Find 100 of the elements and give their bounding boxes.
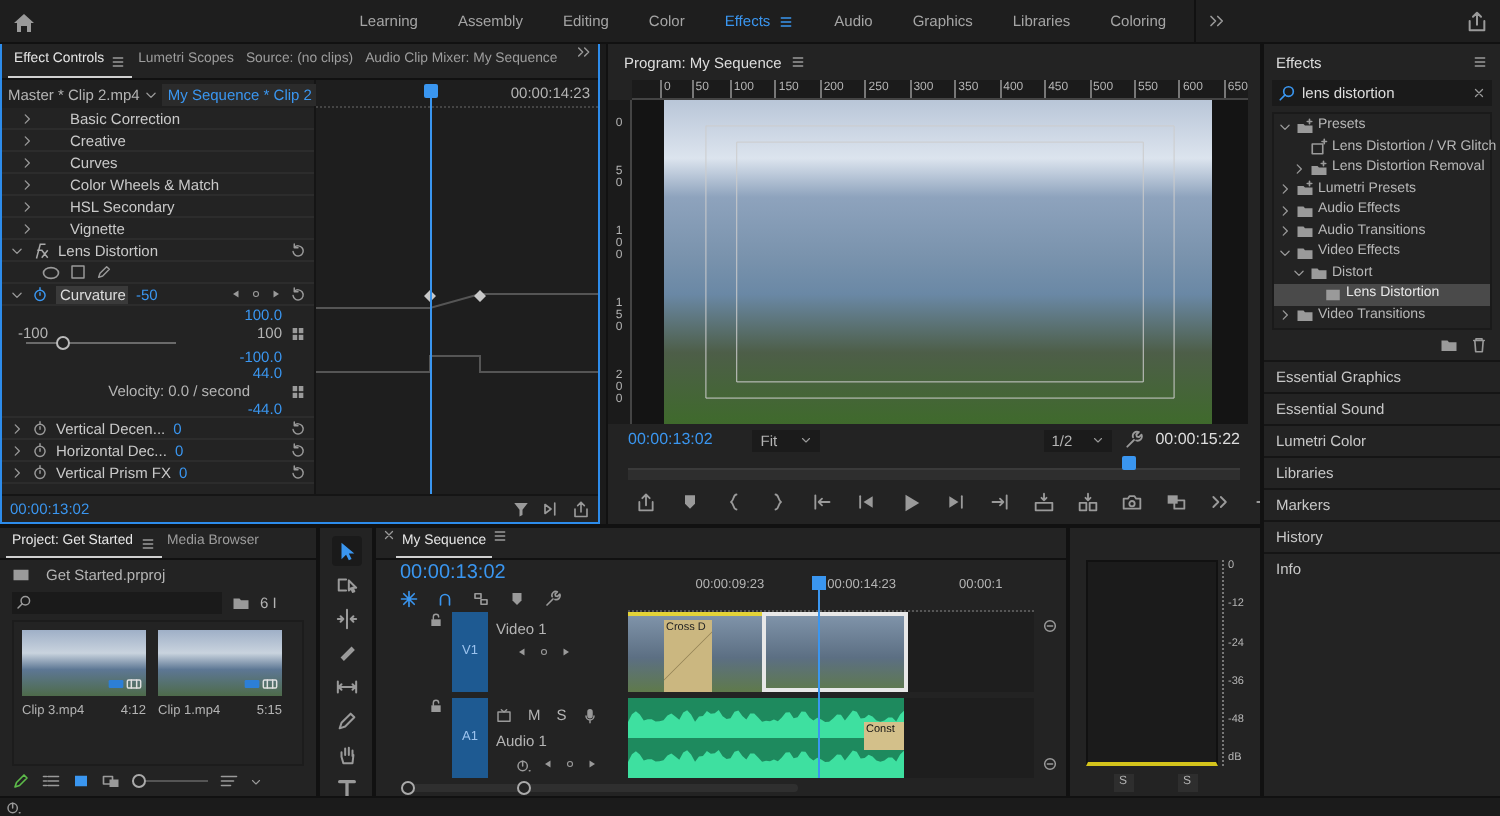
tool-button[interactable] xyxy=(331,604,361,634)
previous-keyframe-icon[interactable] xyxy=(516,646,528,658)
zoom-slider[interactable] xyxy=(132,774,208,788)
caret-icon[interactable] xyxy=(250,775,262,787)
export-frame-icon[interactable] xyxy=(635,492,655,512)
disclosure-chevron-icon[interactable] xyxy=(10,421,24,435)
menu-icon[interactable] xyxy=(1472,54,1488,70)
disclosure-chevron-icon[interactable] xyxy=(20,199,34,213)
monitor-icon[interactable] xyxy=(496,707,512,723)
slider-thumb[interactable] xyxy=(132,774,146,788)
new-folder-icon[interactable] xyxy=(1440,336,1458,354)
marker-icon[interactable] xyxy=(508,590,526,608)
add-keyframe-icon[interactable] xyxy=(564,758,576,770)
add-keyframe-icon[interactable] xyxy=(250,288,262,300)
pen-mask-icon[interactable] xyxy=(96,264,112,280)
disclosure-chevron-icon[interactable] xyxy=(1278,203,1292,218)
current-timecode[interactable]: 00:00:13:02 xyxy=(628,430,713,450)
clear-icon[interactable] xyxy=(1472,86,1486,100)
export-icon[interactable] xyxy=(572,500,590,518)
next-keyframe-icon[interactable] xyxy=(560,646,572,658)
disclosure-chevron-icon[interactable] xyxy=(20,177,34,191)
linked-selection-icon[interactable] xyxy=(472,590,490,608)
rectangle-mask-icon[interactable] xyxy=(70,264,86,280)
icon-view-icon[interactable] xyxy=(72,772,90,790)
search-field[interactable] xyxy=(12,591,222,613)
play-only-audio-icon[interactable] xyxy=(542,500,560,518)
nest-icon[interactable] xyxy=(400,590,418,608)
next-keyframe-icon[interactable] xyxy=(586,758,598,770)
dropdown-caret-icon[interactable] xyxy=(143,87,158,101)
new-bin-icon[interactable] xyxy=(232,593,250,611)
more-workspaces-icon[interactable] xyxy=(1208,12,1227,30)
camera-icon[interactable] xyxy=(1121,492,1141,512)
write-on-icon[interactable] xyxy=(12,772,30,790)
more-controls-icon[interactable] xyxy=(1209,492,1229,512)
disclosure-chevron-icon[interactable] xyxy=(20,111,34,125)
lock-icon[interactable] xyxy=(428,612,444,628)
scroll-handle-icon[interactable] xyxy=(1042,618,1058,634)
filter-icon[interactable] xyxy=(512,500,530,518)
reset-icon[interactable] xyxy=(290,242,306,258)
go-to-in-icon[interactable] xyxy=(811,492,831,512)
disclosure-chevron-icon[interactable] xyxy=(10,443,24,457)
comparison-view-icon[interactable] xyxy=(1165,492,1185,512)
stopwatch-icon[interactable] xyxy=(32,420,48,436)
clip-thumbnail[interactable] xyxy=(22,630,146,696)
sort-icon[interactable] xyxy=(220,772,238,790)
disclosure-chevron-icon[interactable] xyxy=(10,243,24,257)
current-timecode[interactable]: 00:00:13:02 xyxy=(400,562,616,586)
disclosure-chevron-icon[interactable] xyxy=(1278,119,1292,134)
graph-toggle-icon[interactable] xyxy=(290,383,306,399)
disclosure-chevron-icon[interactable] xyxy=(10,465,24,479)
stopwatch-icon[interactable] xyxy=(32,464,48,480)
disclosure-chevron-icon[interactable] xyxy=(1292,161,1306,176)
overwrite-icon[interactable] xyxy=(1077,492,1097,512)
previous-keyframe-icon[interactable] xyxy=(230,288,242,300)
clip-thumbnail[interactable] xyxy=(158,630,282,696)
disclosure-chevron-icon[interactable] xyxy=(20,221,34,235)
settings-icon[interactable] xyxy=(544,590,562,608)
reset-icon[interactable] xyxy=(290,442,306,458)
reset-icon[interactable] xyxy=(290,286,306,302)
delete-icon[interactable] xyxy=(1470,336,1488,354)
freeform-view-icon[interactable] xyxy=(102,772,120,790)
tool-button[interactable] xyxy=(331,536,361,566)
reset-icon[interactable] xyxy=(290,464,306,480)
disclosure-chevron-icon[interactable] xyxy=(10,287,24,301)
next-keyframe-icon[interactable] xyxy=(270,288,282,300)
previous-keyframe-icon[interactable] xyxy=(542,758,554,770)
list-view-icon[interactable] xyxy=(42,772,60,790)
graph-toggle-icon[interactable] xyxy=(290,325,306,341)
menu-icon[interactable] xyxy=(789,54,806,70)
disclosure-chevron-icon[interactable] xyxy=(20,155,34,169)
step-forward-icon[interactable] xyxy=(945,492,965,512)
reset-icon[interactable] xyxy=(290,420,306,436)
disclosure-chevron-icon[interactable] xyxy=(20,133,34,147)
share-icon[interactable] xyxy=(1466,10,1488,32)
go-to-out-icon[interactable] xyxy=(989,492,1009,512)
disclosure-chevron-icon[interactable] xyxy=(1278,224,1292,239)
ellipse-mask-icon[interactable] xyxy=(42,263,60,281)
step-back-icon[interactable] xyxy=(855,492,875,512)
menu-icon[interactable] xyxy=(492,528,509,544)
settings-icon[interactable] xyxy=(1123,430,1144,450)
snap-icon[interactable] xyxy=(436,590,454,608)
disclosure-chevron-icon[interactable] xyxy=(1278,182,1292,197)
menu-icon[interactable] xyxy=(110,53,127,69)
stopwatch-icon[interactable] xyxy=(32,442,48,458)
slider-thumb[interactable] xyxy=(56,335,71,349)
video-clip[interactable] xyxy=(761,612,909,692)
menu-icon[interactable] xyxy=(139,535,156,551)
zoom-scrollbar[interactable] xyxy=(400,779,800,795)
insert-icon[interactable] xyxy=(1033,492,1053,512)
home-icon[interactable] xyxy=(12,9,36,33)
microphone-icon[interactable] xyxy=(582,707,599,723)
more-panels-icon[interactable] xyxy=(576,44,592,60)
playhead[interactable] xyxy=(1122,456,1137,470)
disclosure-chevron-icon[interactable] xyxy=(1278,308,1292,323)
disclosure-chevron-icon[interactable] xyxy=(1278,245,1292,260)
close-icon[interactable] xyxy=(382,528,396,542)
disclosure-chevron-icon[interactable] xyxy=(1292,266,1306,281)
volume-dial-icon[interactable] xyxy=(516,758,532,774)
marker-icon[interactable] xyxy=(679,492,699,512)
playhead[interactable] xyxy=(423,84,438,98)
